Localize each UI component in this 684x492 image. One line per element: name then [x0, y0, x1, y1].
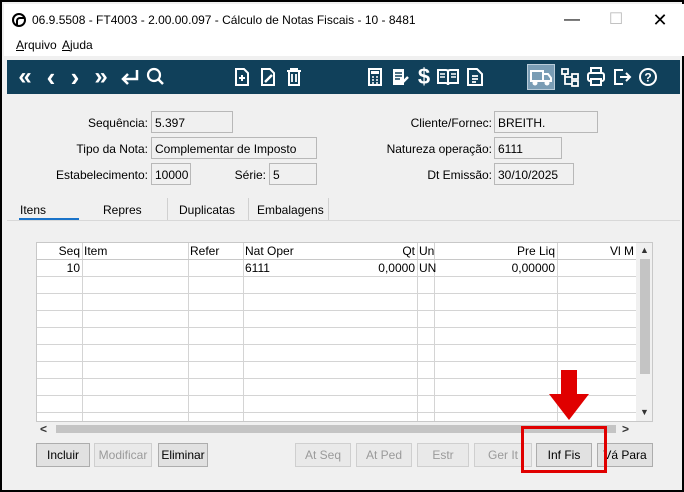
cliente-label: Cliente/Fornec: [410, 116, 492, 130]
at-seq-button[interactable]: At Seq [295, 443, 351, 467]
estabelecimento-label: Estabelecimento: [55, 168, 148, 182]
table-row[interactable] [37, 311, 637, 328]
prev-icon[interactable]: ‹ [41, 64, 61, 90]
first-icon[interactable]: « [13, 64, 37, 90]
cell-pre-liq: 0,00000 [511, 261, 555, 275]
table-row[interactable] [37, 277, 637, 294]
incluir-button[interactable]: Incluir [36, 443, 90, 467]
delete-icon[interactable] [283, 64, 305, 90]
tab-separator [167, 198, 168, 220]
last-icon[interactable]: » [89, 64, 113, 90]
report-icon[interactable] [389, 64, 411, 90]
scroll-down-icon[interactable]: ▼ [640, 407, 649, 417]
table-row[interactable] [37, 328, 637, 345]
emissao-label: Dt Emissão: [427, 168, 492, 182]
cell-vl-m [557, 260, 636, 277]
cell-item [82, 260, 188, 277]
col-header-qt[interactable]: Qt [313, 243, 417, 260]
menu-arquivo-mnemonic: A [16, 38, 25, 52]
col-header-item[interactable]: Item [82, 243, 188, 260]
tipo-nota-field[interactable]: Complementar de Imposto [151, 137, 317, 159]
currency-icon[interactable]: $ [415, 64, 433, 90]
annotation-arrow-icon [549, 370, 589, 425]
table-row[interactable] [37, 294, 637, 311]
serie-field[interactable]: 5 [269, 163, 317, 185]
sequencia-field[interactable]: 5.397 [151, 111, 233, 133]
tipo-nota-label: Tipo da Nota: [76, 142, 148, 156]
col-header-refer[interactable]: Refer [188, 243, 243, 260]
vertical-scroll-thumb[interactable] [640, 259, 650, 374]
tab-repres[interactable]: Repres [103, 203, 142, 217]
help-glyph: ? [644, 71, 651, 85]
tab-duplicatas[interactable]: Duplicatas [179, 203, 235, 217]
document-icon[interactable] [465, 64, 485, 90]
col-header-nat-oper[interactable]: Nat Oper [243, 243, 313, 260]
toolbar: « ‹ › » $ ? [7, 60, 680, 94]
search-icon[interactable] [145, 64, 167, 90]
annotation-highlight-box [521, 426, 607, 473]
menu-ajuda-mnemonic: A [62, 38, 71, 52]
print-icon[interactable] [585, 64, 607, 90]
sequencia-label: Sequência: [87, 116, 148, 130]
cell-refer [188, 260, 243, 277]
close-button[interactable]: ✕ [640, 9, 680, 31]
estr-button[interactable]: Estr [417, 443, 469, 467]
cell-seq: 10 [66, 261, 80, 275]
eliminar-button[interactable]: Eliminar [158, 443, 208, 467]
col-header-vl-m[interactable]: Vl M [557, 243, 636, 260]
table-row[interactable] [37, 379, 637, 396]
maximize-button[interactable]: ☐ [596, 9, 636, 31]
cell-qt: 0,0000 [378, 261, 415, 275]
book-icon[interactable] [435, 64, 461, 90]
menu-arquivo[interactable]: Arquivo [16, 38, 57, 52]
menu-ajuda[interactable]: Ajuda [62, 38, 93, 52]
modificar-button[interactable]: Modificar [94, 443, 152, 467]
natureza-label: Natureza operação: [386, 142, 492, 156]
next-icon[interactable]: › [65, 64, 85, 90]
estabelecimento-field[interactable]: 10000 [151, 163, 191, 185]
minimize-button[interactable]: — [552, 9, 592, 31]
menu-bar: Arquivo Ajuda [4, 36, 684, 56]
scroll-up-icon[interactable]: ▲ [640, 245, 649, 255]
table-row[interactable] [37, 396, 637, 413]
tab-active-indicator [19, 218, 79, 220]
grid-header-row: Seq Item Refer Nat Oper Qt Un Pre Liq Vl… [37, 243, 637, 260]
exit-icon[interactable] [611, 64, 633, 90]
window-frame: 06.9.5508 - FT4003 - 2.00.00.097 - Cálcu… [0, 0, 684, 492]
tab-separator [248, 198, 249, 220]
col-header-seq[interactable]: Seq [37, 243, 82, 260]
tree-icon[interactable] [559, 64, 581, 90]
scroll-right-icon[interactable]: > [622, 422, 629, 436]
table-row[interactable] [37, 345, 637, 362]
app-logo-icon [12, 13, 26, 27]
scroll-left-icon[interactable]: < [40, 422, 47, 436]
new-doc-icon[interactable] [231, 64, 253, 90]
cliente-field[interactable]: BREITH. [494, 111, 598, 133]
tab-strip-line [7, 220, 680, 221]
help-icon[interactable]: ? [637, 64, 659, 90]
cell-un: UN [419, 261, 437, 275]
window-title: 06.9.5508 - FT4003 - 2.00.00.097 - Cálcu… [32, 13, 416, 27]
edit-doc-icon[interactable] [257, 64, 279, 90]
col-header-un[interactable]: Un [417, 243, 434, 260]
table-row[interactable]: 10 6111 0,0000 UN 0,00000 [37, 260, 637, 277]
serie-label: Série: [234, 168, 266, 182]
tab-embalagens[interactable]: Embalagens [257, 203, 324, 217]
at-ped-button[interactable]: At Ped [356, 443, 412, 467]
menu-ajuda-label: juda [70, 38, 93, 52]
return-icon[interactable] [119, 64, 141, 90]
table-row[interactable] [37, 362, 637, 379]
truck-icon[interactable] [527, 64, 555, 90]
emissao-field[interactable]: 30/10/2025 [494, 163, 574, 185]
title-bar: 06.9.5508 - FT4003 - 2.00.00.097 - Cálcu… [4, 4, 684, 36]
col-header-pre-liq[interactable]: Pre Liq [434, 243, 557, 260]
cell-nat-oper: 6111 [245, 261, 270, 275]
menu-arquivo-label: rquivo [24, 38, 57, 52]
calculator-icon[interactable] [365, 64, 385, 90]
tab-itens[interactable]: Itens [20, 203, 46, 217]
natureza-field[interactable]: 6111 [494, 137, 562, 159]
tab-separator [328, 198, 329, 220]
